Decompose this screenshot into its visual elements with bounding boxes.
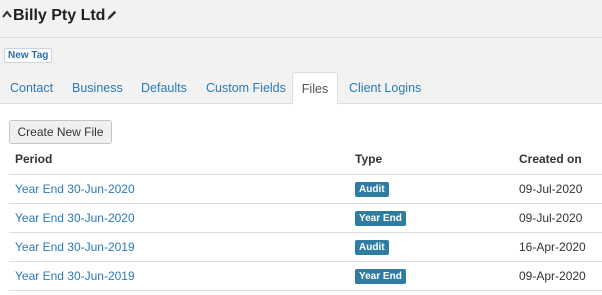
tab-custom-fields[interactable]: Custom Fields [206,72,286,104]
pencil-icon[interactable] [106,9,118,21]
tags-row: New Tag [0,38,602,72]
tab-client-logins[interactable]: Client Logins [349,72,421,104]
period-link[interactable]: Year End 30-Jun-2019 [15,240,135,254]
type-badge: Audit [355,239,389,255]
type-badge: Year End [355,210,406,226]
tab-files[interactable]: Files [292,72,338,105]
created-date: 09-Jul-2020 [513,203,602,233]
period-link[interactable]: Year End 30-Jun-2019 [15,269,135,283]
tab-bar: Contact Business Defaults Custom Fields … [0,72,602,105]
period-column-header: Period [9,145,349,175]
new-tag-button[interactable]: New Tag [4,48,53,63]
create-new-file-button[interactable]: Create New File [9,120,112,144]
created-date: 09-Apr-2020 [513,261,602,291]
company-name: Billy Pty Ltd [13,7,106,24]
type-badge: Year End [355,268,406,284]
type-badge: Audit [355,181,389,197]
period-link[interactable]: Year End 30-Jun-2020 [15,182,135,196]
created-date: 16-Apr-2020 [513,232,602,262]
tab-contact[interactable]: Contact [10,72,53,104]
table-row: Year End 30-Jun-2019 Year End 09-Apr-202… [9,261,602,291]
table-row: Year End 30-Jun-2020 Year End 09-Jul-202… [9,203,602,233]
table-row: Year End 30-Jun-2020 Audit 09-Jul-2020 [9,174,602,204]
created-column-header: Created on [513,145,602,175]
table-row: Year End 30-Jun-2019 Audit 16-Apr-2020 [9,232,602,262]
created-date: 09-Jul-2020 [513,174,602,204]
files-table: Period Type Created on Year End 30-Jun-2… [9,145,602,291]
period-link[interactable]: Year End 30-Jun-2020 [15,211,135,225]
page-header: Billy Pty Ltd [0,0,602,38]
tab-defaults[interactable]: Defaults [141,72,187,104]
caret-up-icon[interactable] [2,10,12,20]
tab-business[interactable]: Business [72,72,123,104]
type-column-header: Type [349,145,513,175]
table-header-row: Period Type Created on [9,145,602,175]
